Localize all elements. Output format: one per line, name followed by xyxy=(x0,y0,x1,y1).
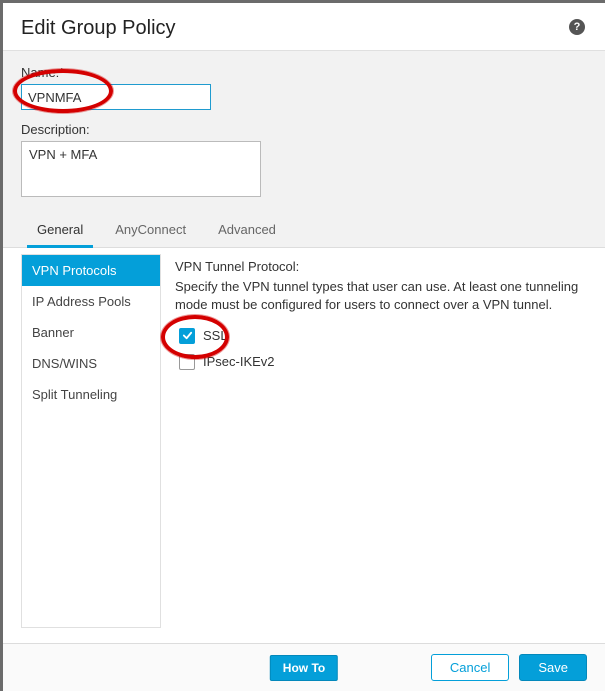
description-label: Description: xyxy=(21,122,587,137)
howto-button[interactable]: How To xyxy=(270,655,338,681)
sidebar-item-split-tunneling[interactable]: Split Tunneling xyxy=(22,379,160,410)
sidebar-item-vpn-protocols[interactable]: VPN Protocols xyxy=(22,255,160,286)
name-label: Name:* xyxy=(21,65,587,80)
checkbox-ipsec[interactable] xyxy=(179,354,195,370)
main-content: VPN Tunnel Protocol: Specify the VPN tun… xyxy=(161,248,605,628)
dialog-header: Edit Group Policy ? xyxy=(3,3,605,51)
checkbox-ipsec-label[interactable]: IPsec-IKEv2 xyxy=(203,353,275,371)
cancel-button[interactable]: Cancel xyxy=(431,654,509,681)
footer-right: Cancel Save xyxy=(431,654,587,681)
sidebar: VPN Protocols IP Address Pools Banner DN… xyxy=(21,254,161,628)
tab-anyconnect[interactable]: AnyConnect xyxy=(99,214,202,247)
form-area: Name:* Description: VPN + MFA General An… xyxy=(3,51,605,248)
tab-advanced[interactable]: Advanced xyxy=(202,214,292,247)
checkbox-ssl-label[interactable]: SSL xyxy=(203,327,228,345)
dialog: Edit Group Policy ? Name:* Description: … xyxy=(0,0,605,691)
protocols-desc: Specify the VPN tunnel types that user c… xyxy=(175,278,587,314)
footer: How To Cancel Save xyxy=(3,643,605,691)
description-textarea[interactable]: VPN + MFA xyxy=(21,141,261,197)
sidebar-item-banner[interactable]: Banner xyxy=(22,317,160,348)
protocols-title: VPN Tunnel Protocol: xyxy=(175,258,587,276)
tab-general[interactable]: General xyxy=(21,214,99,247)
footer-center: How To xyxy=(270,655,338,681)
help-icon[interactable]: ? xyxy=(569,19,585,35)
check-icon xyxy=(182,330,193,341)
save-button[interactable]: Save xyxy=(519,654,587,681)
checkbox-row-ipsec: IPsec-IKEv2 xyxy=(179,353,587,371)
checkbox-ssl[interactable] xyxy=(179,328,195,344)
sidebar-item-ip-address-pools[interactable]: IP Address Pools xyxy=(22,286,160,317)
checkbox-row-ssl: SSL xyxy=(179,327,587,345)
tabset: General AnyConnect Advanced xyxy=(21,214,587,247)
name-input[interactable] xyxy=(21,84,211,110)
sidebar-item-dns-wins[interactable]: DNS/WINS xyxy=(22,348,160,379)
dialog-title: Edit Group Policy xyxy=(21,17,176,39)
content-area: VPN Protocols IP Address Pools Banner DN… xyxy=(3,248,605,628)
